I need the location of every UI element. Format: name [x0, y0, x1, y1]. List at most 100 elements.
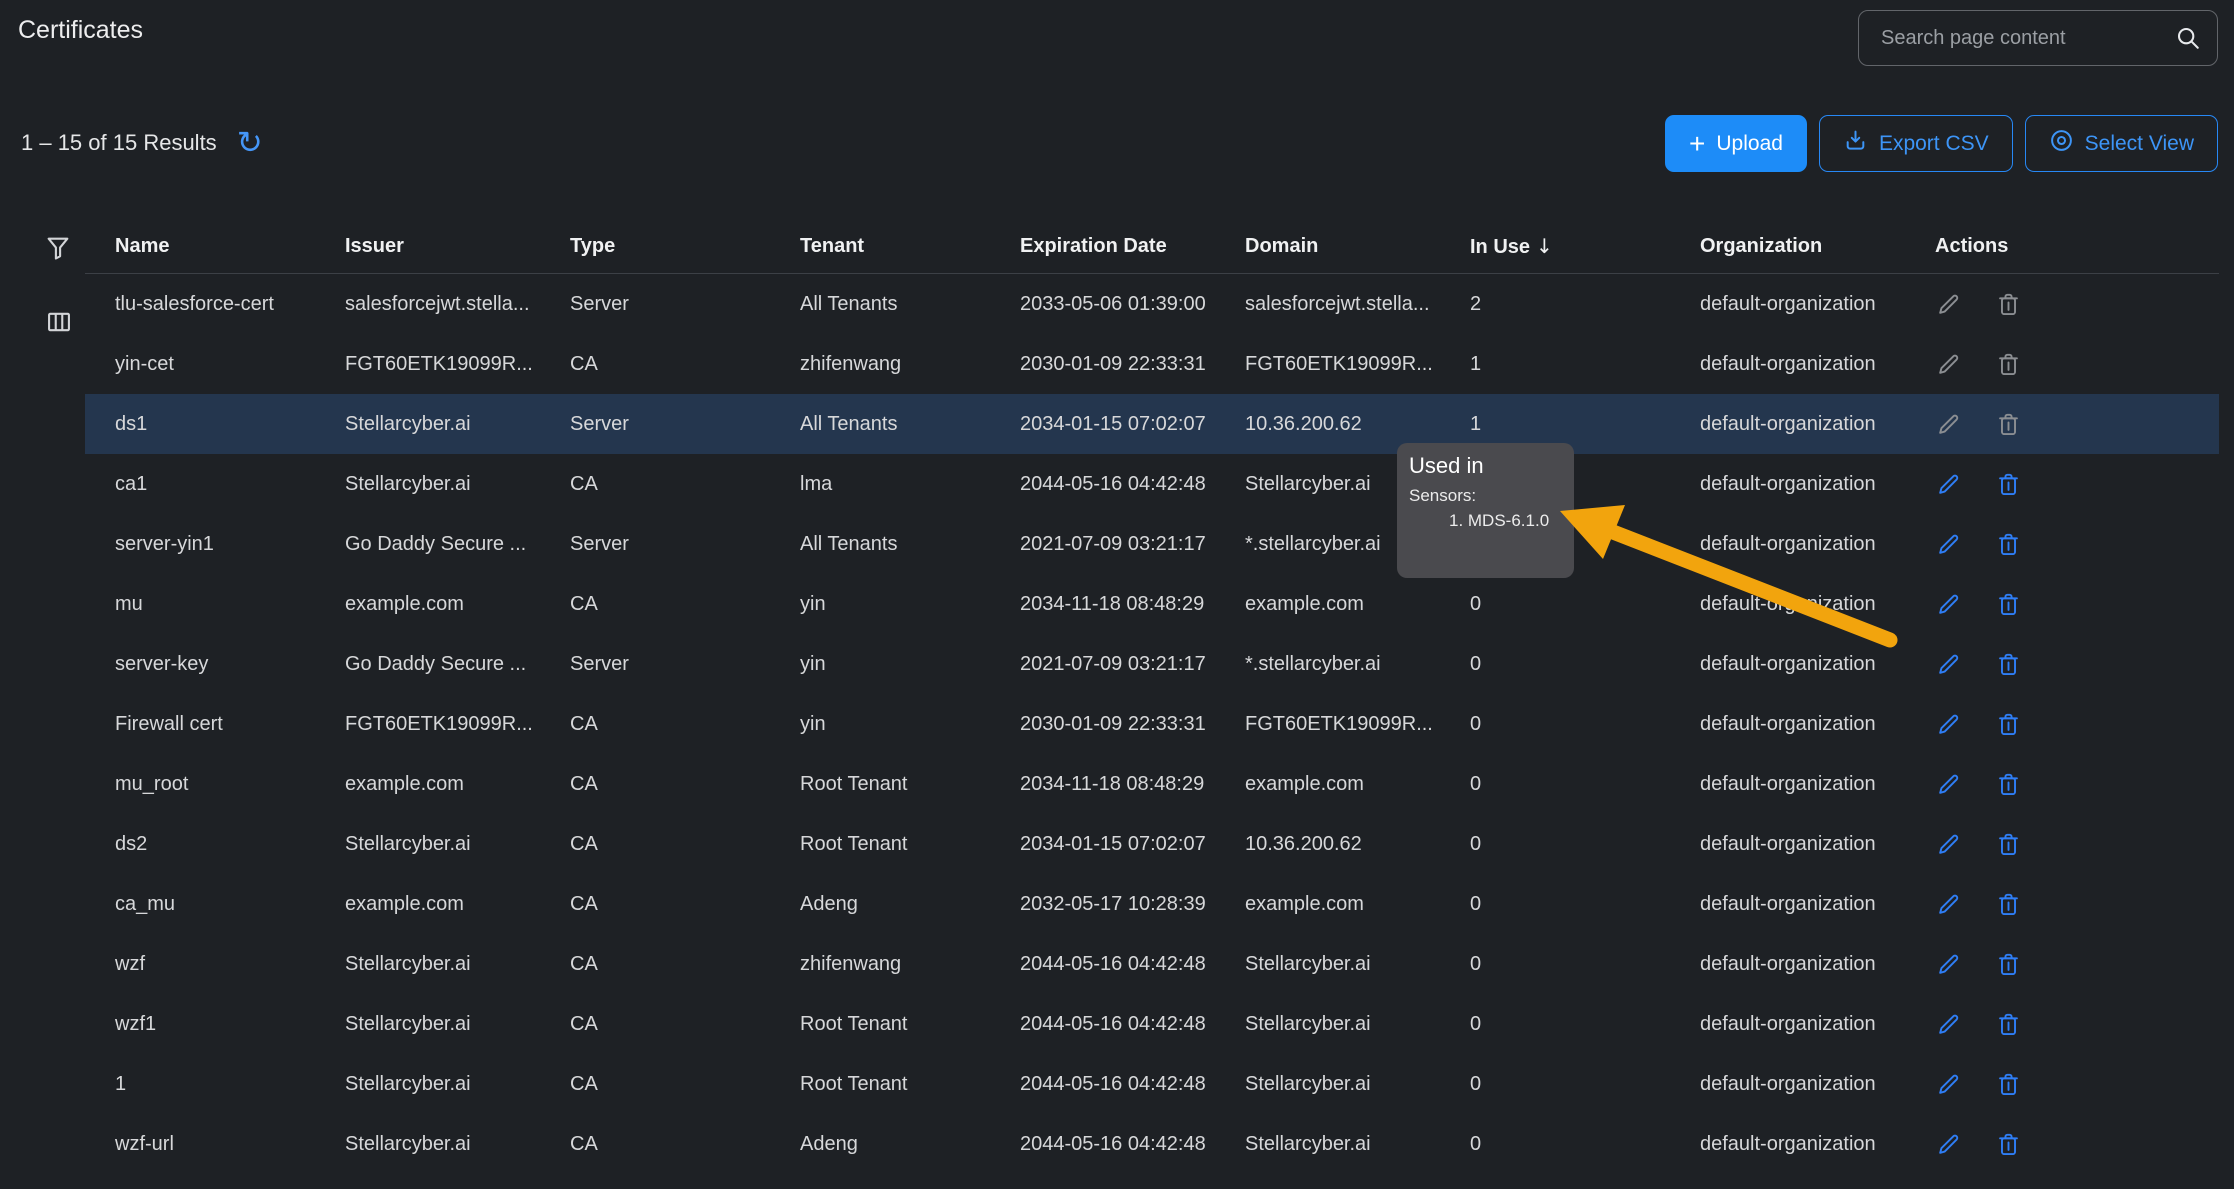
cell-expiration-date: 2030-01-09 22:33:31	[1020, 713, 1245, 736]
delete-trash-icon[interactable]	[1995, 411, 2022, 438]
toolbar: + Upload Export CSV Select View	[1665, 115, 2218, 172]
table-row[interactable]: yin-cet FGT60ETK19099R... CA zhifenwang …	[85, 334, 2219, 394]
cell-actions	[1935, 651, 2215, 678]
table-row[interactable]: mu_root example.com CA Root Tenant 2034-…	[85, 754, 2219, 814]
cell-tenant: All Tenants	[800, 533, 1020, 556]
delete-trash-icon[interactable]	[1995, 831, 2022, 858]
cell-type: CA	[570, 353, 800, 376]
table-row[interactable]: ca1 Stellarcyber.ai CA lma 2044-05-16 04…	[85, 454, 2219, 514]
cell-organization: default-organization	[1700, 593, 1935, 616]
column-header-in-use[interactable]: In Use↓	[1470, 234, 1700, 259]
table-row[interactable]: ca_mu example.com CA Adeng 2032-05-17 10…	[85, 874, 2219, 934]
select-view-label: Select View	[2085, 132, 2194, 156]
delete-trash-icon[interactable]	[1995, 1011, 2022, 1038]
column-header-expiration-date[interactable]: Expiration Date	[1020, 235, 1245, 258]
cell-tenant: yin	[800, 593, 1020, 616]
edit-pencil-icon[interactable]	[1935, 711, 1962, 738]
filter-icon[interactable]	[44, 234, 72, 267]
cell-name: mu_root	[115, 773, 345, 796]
cell-expiration-date: 2033-05-06 01:39:00	[1020, 293, 1245, 316]
table-row[interactable]: tlu-salesforce-cert salesforcejwt.stella…	[85, 274, 2219, 334]
used-in-tooltip: Used in Sensors: 1. MDS-6.1.0	[1397, 443, 1574, 578]
column-header-organization[interactable]: Organization	[1700, 235, 1935, 258]
cell-in-use: 0	[1470, 653, 1700, 676]
delete-trash-icon[interactable]	[1995, 531, 2022, 558]
delete-trash-icon[interactable]	[1995, 471, 2022, 498]
edit-pencil-icon[interactable]	[1935, 351, 1962, 378]
table-row[interactable]: server-yin1 Go Daddy Secure ... Server A…	[85, 514, 2219, 574]
edit-pencil-icon[interactable]	[1935, 951, 1962, 978]
delete-trash-icon[interactable]	[1995, 891, 2022, 918]
cell-organization: default-organization	[1700, 1073, 1935, 1096]
cell-expiration-date: 2021-07-09 03:21:17	[1020, 653, 1245, 676]
column-header-name[interactable]: Name	[115, 235, 345, 258]
cell-name: server-key	[115, 653, 345, 676]
certificates-table: Name Issuer Type Tenant Expiration Date …	[85, 220, 2219, 1174]
delete-trash-icon[interactable]	[1995, 291, 2022, 318]
cell-name: server-yin1	[115, 533, 345, 556]
cell-in-use: 0	[1470, 893, 1700, 916]
certificates-page: Certificates + Upload Export CSV	[0, 0, 2234, 1189]
export-csv-button[interactable]: Export CSV	[1819, 115, 2013, 172]
cell-actions	[1935, 1011, 2215, 1038]
refresh-icon[interactable]: ↻	[237, 127, 263, 158]
cell-tenant: Adeng	[800, 893, 1020, 916]
edit-pencil-icon[interactable]	[1935, 891, 1962, 918]
edit-pencil-icon[interactable]	[1935, 1011, 1962, 1038]
column-header-tenant[interactable]: Tenant	[800, 235, 1020, 258]
edit-pencil-icon[interactable]	[1935, 1071, 1962, 1098]
table-row[interactable]: ds2 Stellarcyber.ai CA Root Tenant 2034-…	[85, 814, 2219, 874]
cell-expiration-date: 2032-05-17 10:28:39	[1020, 893, 1245, 916]
delete-trash-icon[interactable]	[1995, 711, 2022, 738]
edit-pencil-icon[interactable]	[1935, 411, 1962, 438]
column-header-domain[interactable]: Domain	[1245, 235, 1470, 258]
delete-trash-icon[interactable]	[1995, 1071, 2022, 1098]
cell-expiration-date: 2044-05-16 04:42:48	[1020, 1133, 1245, 1156]
search-icon[interactable]	[2175, 25, 2201, 51]
table-row[interactable]: wzf Stellarcyber.ai CA zhifenwang 2044-0…	[85, 934, 2219, 994]
delete-trash-icon[interactable]	[1995, 771, 2022, 798]
table-row[interactable]: 1 Stellarcyber.ai CA Root Tenant 2044-05…	[85, 1054, 2219, 1114]
table-row[interactable]: Firewall cert FGT60ETK19099R... CA yin 2…	[85, 694, 2219, 754]
upload-button[interactable]: + Upload	[1665, 115, 1807, 172]
column-header-issuer[interactable]: Issuer	[345, 235, 570, 258]
edit-pencil-icon[interactable]	[1935, 291, 1962, 318]
edit-pencil-icon[interactable]	[1935, 471, 1962, 498]
cell-expiration-date: 2044-05-16 04:42:48	[1020, 953, 1245, 976]
delete-trash-icon[interactable]	[1995, 951, 2022, 978]
delete-trash-icon[interactable]	[1995, 651, 2022, 678]
cell-organization: default-organization	[1700, 1013, 1935, 1036]
cell-expiration-date: 2030-01-09 22:33:31	[1020, 353, 1245, 376]
columns-icon[interactable]	[45, 308, 73, 341]
cell-organization: default-organization	[1700, 413, 1935, 436]
cell-issuer: Stellarcyber.ai	[345, 833, 570, 856]
table-row[interactable]: wzf-url Stellarcyber.ai CA Adeng 2044-05…	[85, 1114, 2219, 1174]
edit-pencil-icon[interactable]	[1935, 1131, 1962, 1158]
cell-organization: default-organization	[1700, 653, 1935, 676]
cell-expiration-date: 2034-01-15 07:02:07	[1020, 413, 1245, 436]
cell-domain: 10.36.200.62	[1245, 413, 1470, 436]
cell-in-use: 0	[1470, 1073, 1700, 1096]
table-row[interactable]: mu example.com CA yin 2034-11-18 08:48:2…	[85, 574, 2219, 634]
cell-in-use: 1	[1470, 353, 1700, 376]
edit-pencil-icon[interactable]	[1935, 831, 1962, 858]
table-row[interactable]: wzf1 Stellarcyber.ai CA Root Tenant 2044…	[85, 994, 2219, 1054]
upload-button-label: Upload	[1716, 132, 1783, 156]
column-header-type[interactable]: Type	[570, 235, 800, 258]
delete-trash-icon[interactable]	[1995, 351, 2022, 378]
cell-name: ds1	[115, 413, 345, 436]
search-input[interactable]	[1879, 26, 2175, 51]
table-row[interactable]: ds1 Stellarcyber.ai Server All Tenants 2…	[85, 394, 2219, 454]
cell-expiration-date: 2044-05-16 04:42:48	[1020, 1073, 1245, 1096]
edit-pencil-icon[interactable]	[1935, 591, 1962, 618]
cell-domain: FGT60ETK19099R...	[1245, 713, 1470, 736]
edit-pencil-icon[interactable]	[1935, 651, 1962, 678]
edit-pencil-icon[interactable]	[1935, 771, 1962, 798]
table-row[interactable]: server-key Go Daddy Secure ... Server yi…	[85, 634, 2219, 694]
delete-trash-icon[interactable]	[1995, 1131, 2022, 1158]
select-view-button[interactable]: Select View	[2025, 115, 2218, 172]
cell-expiration-date: 2021-07-09 03:21:17	[1020, 533, 1245, 556]
edit-pencil-icon[interactable]	[1935, 531, 1962, 558]
delete-trash-icon[interactable]	[1995, 591, 2022, 618]
cell-issuer: Stellarcyber.ai	[345, 1013, 570, 1036]
